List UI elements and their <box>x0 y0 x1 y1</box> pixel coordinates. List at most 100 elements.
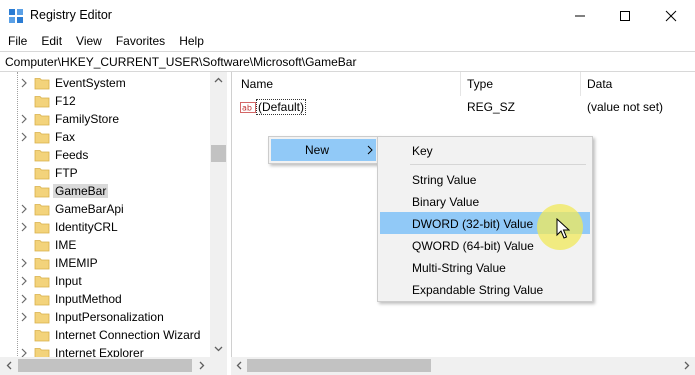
tree-item[interactable]: Input <box>0 272 210 290</box>
minimize-button[interactable] <box>557 0 603 31</box>
menu-edit[interactable]: Edit <box>34 31 69 51</box>
tree-item[interactable]: IMEMIP <box>0 254 210 272</box>
expand-chevron-icon[interactable] <box>20 257 28 269</box>
submenu-arrow-icon <box>367 145 373 155</box>
value-name: (Default) <box>256 99 307 115</box>
tree-item-label: InputMethod <box>55 292 122 306</box>
scroll-down-arrow-icon[interactable] <box>214 344 223 353</box>
submenu-item-label: String Value <box>412 173 477 187</box>
close-icon <box>665 10 677 21</box>
tree-item[interactable]: IdentityCRL <box>0 218 210 236</box>
folder-icon <box>34 168 50 180</box>
tree-item-label: FamilyStore <box>55 112 120 126</box>
svg-text:ab: ab <box>242 104 252 113</box>
tree-item-label: Feeds <box>55 148 89 162</box>
tree-item[interactable]: Internet Connection Wizard <box>0 326 210 344</box>
column-header-type[interactable]: Type <box>461 72 581 96</box>
string-value-icon: ab <box>240 102 256 113</box>
tree-hscroll-thumb[interactable] <box>18 359 192 372</box>
tree-item[interactable]: GameBar <box>0 182 210 200</box>
menu-item-new[interactable]: New <box>271 139 376 161</box>
tree-item[interactable]: F12 <box>0 92 210 110</box>
tree-item[interactable]: Feeds <box>0 146 210 164</box>
submenu-item[interactable]: Expandable String Value <box>380 278 590 300</box>
scroll-up-arrow-icon[interactable] <box>214 76 223 85</box>
column-header-name[interactable]: Name <box>232 72 461 96</box>
tree-item-label: IME <box>55 238 77 252</box>
address-bar[interactable]: Computer\HKEY_CURRENT_USER\Software\Micr… <box>0 51 695 72</box>
expand-chevron-icon[interactable] <box>20 311 28 323</box>
menu-help[interactable]: Help <box>172 31 211 51</box>
expand-chevron-icon[interactable] <box>20 113 28 125</box>
address-path[interactable]: Computer\HKEY_CURRENT_USER\Software\Micr… <box>5 55 356 69</box>
folder-icon <box>34 96 50 108</box>
menu-favorites[interactable]: Favorites <box>109 31 172 51</box>
scroll-left-arrow-icon[interactable] <box>235 361 244 370</box>
expand-chevron-icon[interactable] <box>20 77 28 89</box>
values-hscroll-thumb[interactable] <box>247 359 431 372</box>
tree-item[interactable]: FTP <box>0 164 210 182</box>
tree-item[interactable]: Fax <box>0 128 210 146</box>
tree-item[interactable]: IME <box>0 236 210 254</box>
menu-file[interactable]: File <box>0 31 34 51</box>
tree-item-label: GameBarApi <box>55 202 124 216</box>
tree-item-label: GameBar <box>53 184 109 198</box>
folder-icon <box>34 258 50 270</box>
expand-chevron-icon[interactable] <box>20 293 28 305</box>
value-row-default[interactable]: ab (Default) REG_SZ (value not set) <box>232 98 695 116</box>
expand-chevron-icon[interactable] <box>20 203 28 215</box>
submenu-item-label: Multi-String Value <box>412 261 506 275</box>
menu-bar: File Edit View Favorites Help <box>0 31 695 51</box>
key-tree: EventSystem F12 FamilyStore Fax Feeds FTP Game… <box>0 72 227 375</box>
folder-icon <box>34 204 50 216</box>
folder-icon <box>34 78 50 90</box>
expand-chevron-icon[interactable] <box>20 275 28 287</box>
tree-item-label: IdentityCRL <box>55 220 118 234</box>
tree-item-label: EventSystem <box>55 76 126 90</box>
tree-item[interactable]: GameBarApi <box>0 200 210 218</box>
folder-icon <box>34 330 50 342</box>
tree-item-label: FTP <box>55 166 78 180</box>
tree-item-label: Fax <box>55 130 76 144</box>
mouse-pointer-icon <box>556 218 570 239</box>
folder-icon <box>34 222 50 234</box>
tree-scroll-thumb[interactable] <box>211 145 226 162</box>
submenu-item-label: Expandable String Value <box>412 283 544 297</box>
tree-item-label: F12 <box>55 94 76 108</box>
tree-item-label: IMEMIP <box>55 256 98 270</box>
tree-vertical-scrollbar[interactable] <box>210 72 227 357</box>
close-button[interactable] <box>648 0 694 31</box>
minimize-icon <box>575 15 585 16</box>
tree-item[interactable]: InputMethod <box>0 290 210 308</box>
tree-item[interactable]: FamilyStore <box>0 110 210 128</box>
menu-view[interactable]: View <box>69 31 109 51</box>
scroll-left-arrow-icon[interactable] <box>5 361 14 370</box>
values-horizontal-scrollbar[interactable] <box>231 357 695 375</box>
value-data: (value not set) <box>587 100 664 114</box>
column-header-data[interactable]: Data <box>581 72 695 96</box>
menu-separator <box>410 164 586 165</box>
submenu-item-label: DWORD (32-bit) Value <box>412 217 534 231</box>
folder-icon <box>34 312 50 324</box>
folder-icon <box>34 186 50 198</box>
maximize-icon <box>620 10 630 21</box>
submenu-item-label: QWORD (64-bit) Value <box>412 239 534 253</box>
scroll-right-arrow-icon[interactable] <box>682 361 691 370</box>
folder-icon <box>34 276 50 288</box>
tree-item[interactable]: EventSystem <box>0 74 210 92</box>
folder-icon <box>34 132 50 144</box>
expand-chevron-icon[interactable] <box>20 221 28 233</box>
submenu-item[interactable]: Multi-String Value <box>380 256 590 278</box>
submenu-item[interactable]: String Value <box>380 168 590 190</box>
submenu-item-label: Binary Value <box>412 195 480 209</box>
scroll-right-arrow-icon[interactable] <box>197 361 206 370</box>
folder-icon <box>34 240 50 252</box>
maximize-button[interactable] <box>602 0 648 31</box>
tree-item[interactable]: InputPersonalization <box>0 308 210 326</box>
expand-chevron-icon[interactable] <box>20 131 28 143</box>
window-title: Registry Editor <box>30 8 112 22</box>
submenu-item[interactable]: Key <box>380 139 590 161</box>
tree-horizontal-scrollbar[interactable] <box>0 357 227 375</box>
value-type: REG_SZ <box>467 100 516 114</box>
context-menu: New <box>268 136 379 164</box>
